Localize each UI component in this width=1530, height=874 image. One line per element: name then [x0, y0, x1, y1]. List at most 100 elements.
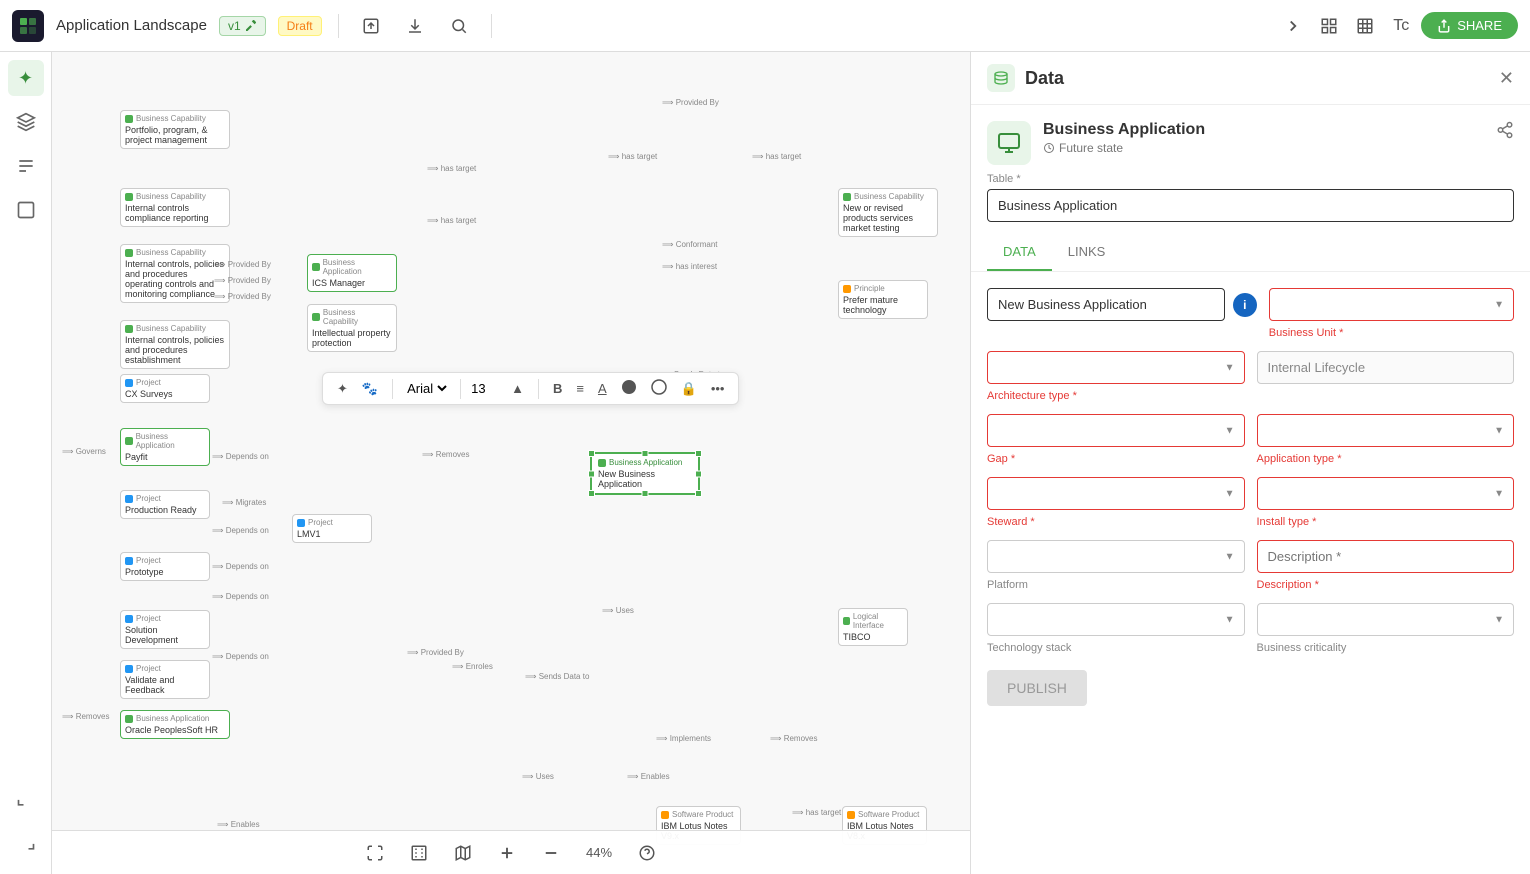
edge-label-provided-by-2: ⟹ Provided By — [214, 276, 271, 285]
node-tibco[interactable]: Logical Interface TIBCO — [838, 608, 908, 646]
install-type-select[interactable] — [1257, 477, 1515, 510]
entity-name: Business Application — [1043, 121, 1205, 139]
node-validate[interactable]: Project Validate and Feedback — [120, 660, 210, 699]
platform-select[interactable] — [987, 540, 1245, 573]
lock-button[interactable]: 🔒 — [677, 379, 701, 399]
node-principle[interactable]: Principle Prefer mature technology — [838, 280, 928, 319]
steward-select[interactable] — [987, 477, 1245, 510]
entity-share-button[interactable] — [1496, 121, 1514, 144]
edge-label-removes: ⟹ Removes — [422, 450, 469, 459]
selected-node-new-business-app[interactable]: Business Application New Business Applic… — [590, 452, 700, 495]
frame-icon — [410, 844, 428, 862]
canvas-area[interactable]: Business Capability Portfolio, program, … — [52, 52, 970, 874]
node-market-testing[interactable]: Business Capability New or revised produ… — [838, 188, 938, 237]
node-oracle[interactable]: Business Application Oracle PeoplesSoft … — [120, 710, 230, 739]
separator-1 — [338, 14, 339, 38]
node-ip-protection[interactable]: Business Capability Intellectual propert… — [307, 304, 397, 352]
edge-label-removes-3: ⟹ Removes — [770, 734, 817, 743]
more-button[interactable]: ••• — [707, 379, 729, 398]
business-unit-select[interactable] — [1269, 288, 1514, 321]
cursor-tool-button[interactable]: 🐾 — [358, 379, 382, 399]
application-type-select[interactable] — [1257, 414, 1515, 447]
node-prototype[interactable]: Project Prototype — [120, 552, 210, 581]
steward-label: Steward * — [987, 516, 1245, 528]
zoom-out-button[interactable] — [535, 837, 567, 869]
form-row-tech-criticality: Technology stack Business criticality — [987, 603, 1514, 654]
steward-field: Steward * — [987, 477, 1245, 528]
business-criticality-select[interactable] — [1257, 603, 1515, 636]
tab-data[interactable]: DATA — [987, 234, 1052, 271]
business-unit-field: Business Unit * — [1269, 288, 1514, 339]
edge-label-conformant: ⟹ Conformant — [662, 240, 718, 249]
zoom-in-button[interactable] — [491, 837, 523, 869]
tab-links[interactable]: LINKS — [1052, 234, 1122, 271]
table-button[interactable] — [1349, 10, 1381, 42]
layers-icon — [16, 112, 36, 132]
edge-label-sends-data-2: ⟹ Sends Data to — [525, 672, 589, 681]
font-size-input[interactable] — [471, 381, 501, 396]
sidebar-item-shape[interactable] — [8, 192, 44, 228]
sidebar-item-sparkle[interactable]: ✦ — [8, 60, 44, 96]
table-input[interactable] — [987, 189, 1514, 222]
architecture-type-select-wrapper — [987, 351, 1245, 384]
gap-select-wrapper — [987, 414, 1245, 447]
entity-details: Business Application Future state — [1043, 121, 1205, 155]
map-button[interactable] — [447, 837, 479, 869]
version-badge[interactable]: v1 — [219, 16, 266, 36]
technology-stack-field: Technology stack — [987, 603, 1245, 654]
frame-button[interactable] — [403, 837, 435, 869]
align-button[interactable]: ≡ — [572, 379, 588, 398]
node-payfit[interactable]: Business Application Payfit — [120, 428, 210, 466]
underline-button[interactable]: A — [594, 379, 611, 398]
description-field: Description * — [1257, 540, 1515, 591]
zoom-level: 44% — [579, 845, 619, 860]
grid-button[interactable] — [1313, 10, 1345, 42]
search-button[interactable] — [443, 10, 475, 42]
node-establishment[interactable]: Business Capability Internal controls, p… — [120, 320, 230, 369]
font-size-up-button[interactable]: ▲ — [507, 379, 528, 398]
fit-screen-button[interactable] — [359, 837, 391, 869]
install-type-label: Install type * — [1257, 516, 1515, 528]
node-ics-manager[interactable]: Business Application ICS Manager — [307, 254, 397, 292]
node-portfolio[interactable]: Business Capability Portfolio, program, … — [120, 110, 230, 149]
edge-label-uses: ⟹ Uses — [602, 606, 634, 615]
sidebar-item-text[interactable] — [8, 148, 44, 184]
sidebar-item-undo[interactable] — [8, 786, 44, 822]
panel-close-button[interactable]: ✕ — [1499, 68, 1514, 89]
internal-lifecycle-input[interactable] — [1257, 351, 1515, 384]
share-button[interactable]: SHARE — [1421, 12, 1518, 39]
draft-badge[interactable]: Draft — [278, 16, 322, 36]
map-icon — [454, 844, 472, 862]
description-input[interactable] — [1257, 540, 1515, 573]
edge-label-depends-on-1: ⟹ Depends on — [212, 452, 269, 461]
circle-outline-button[interactable] — [647, 377, 671, 400]
circle-fill-button[interactable] — [617, 377, 641, 400]
node-solution-dev[interactable]: Project Solution Development — [120, 610, 210, 649]
name-input[interactable] — [987, 288, 1225, 321]
node-lmv1[interactable]: Project LMV1 — [292, 514, 372, 543]
gap-select[interactable] — [987, 414, 1245, 447]
edge-label-provided-by-top: ⟹ Provided By — [662, 98, 719, 107]
edit-icon — [245, 20, 257, 32]
download-button[interactable] — [399, 10, 431, 42]
star-tool-button[interactable]: ✦ — [333, 379, 352, 399]
zoom-out-icon — [542, 844, 560, 862]
architecture-type-select[interactable] — [987, 351, 1245, 384]
preview-button[interactable]: Tc — [1385, 10, 1417, 42]
sidebar-item-layers[interactable] — [8, 104, 44, 140]
publish-button[interactable]: PUBLISH — [987, 670, 1087, 706]
help-button[interactable] — [631, 837, 663, 869]
upload-button[interactable] — [355, 10, 387, 42]
info-button[interactable]: i — [1233, 293, 1257, 317]
redo-icon — [16, 838, 36, 858]
edge-label-has-target-4: ⟹ has target — [752, 152, 801, 161]
sidebar-item-redo[interactable] — [8, 830, 44, 866]
download-icon — [406, 17, 424, 35]
node-cx-surveys[interactable]: Project CX Surveys — [120, 374, 210, 403]
font-family-select[interactable]: Arial — [403, 380, 450, 397]
node-production-ready[interactable]: Project Production Ready — [120, 490, 210, 519]
chevron-right-button[interactable] — [1277, 10, 1309, 42]
technology-stack-select[interactable] — [987, 603, 1245, 636]
node-compliance-reporting[interactable]: Business Capability Internal controls co… — [120, 188, 230, 227]
bold-button[interactable]: B — [549, 379, 566, 398]
